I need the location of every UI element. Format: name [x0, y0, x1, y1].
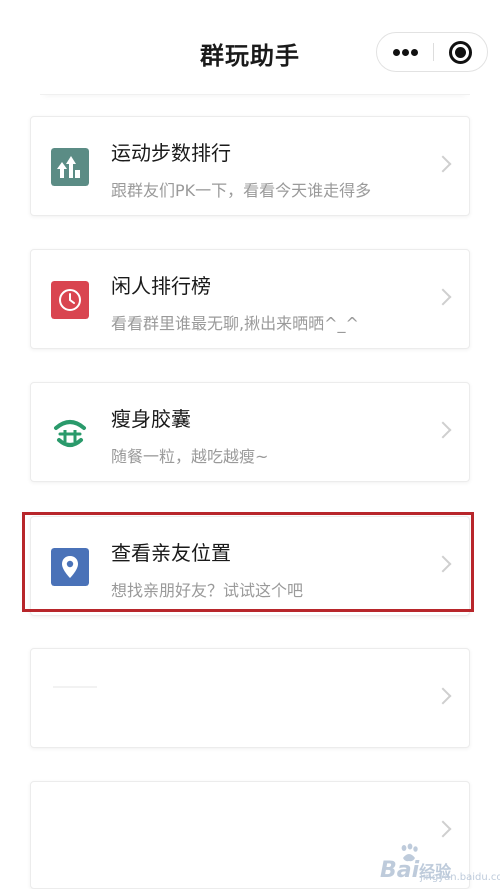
more-options-button[interactable] — [377, 33, 433, 71]
baidu-watermark: Bai经验 jingyan.baidu.com — [372, 838, 500, 884]
trending-up-icon — [51, 148, 89, 186]
card-title: 运动步数排行 — [111, 141, 231, 165]
target-close-icon-center — [455, 47, 466, 58]
close-miniprogram-button[interactable] — [434, 33, 488, 71]
watermark-url: jingyan.baidu.com — [420, 872, 500, 883]
card-title: 瘦身胶囊 — [111, 407, 191, 431]
more-dots-icon — [402, 49, 409, 56]
card-title: 闲人排行榜 — [111, 274, 211, 298]
card-slimming-capsule[interactable]: 瘦身胶囊 随餐一粒，越吃越瘦~ — [30, 382, 470, 482]
card-idle-ranking[interactable]: 闲人排行榜 看看群里谁最无聊,揪出来晒晒^_^ — [30, 249, 470, 349]
chevron-right-icon — [434, 155, 452, 173]
highlight-annotation-box — [22, 512, 474, 612]
clock-icon — [51, 281, 89, 319]
miniprogram-capsule — [376, 32, 488, 72]
card-step-ranking[interactable]: 运动步数排行 跟群友们PK一下，看看今天谁走得多 — [30, 116, 470, 216]
header-divider — [40, 84, 470, 95]
app-header: 群玩助手 — [0, 0, 500, 100]
card-subtitle: 看看群里谁最无聊,揪出来晒晒^_^ — [111, 314, 359, 333]
chevron-right-icon — [434, 820, 452, 838]
capsule-logo-icon — [51, 414, 89, 452]
card-subtitle: 跟群友们PK一下，看看今天谁走得多 — [111, 181, 372, 200]
card-empty[interactable] — [30, 648, 470, 748]
more-dots-icon — [411, 49, 418, 56]
chevron-right-icon — [434, 288, 452, 306]
chevron-right-icon — [434, 687, 452, 705]
placeholder-line — [53, 686, 97, 688]
card-subtitle: 随餐一粒，越吃越瘦~ — [111, 447, 269, 466]
chevron-right-icon — [434, 421, 452, 439]
more-dots-icon — [393, 49, 400, 56]
